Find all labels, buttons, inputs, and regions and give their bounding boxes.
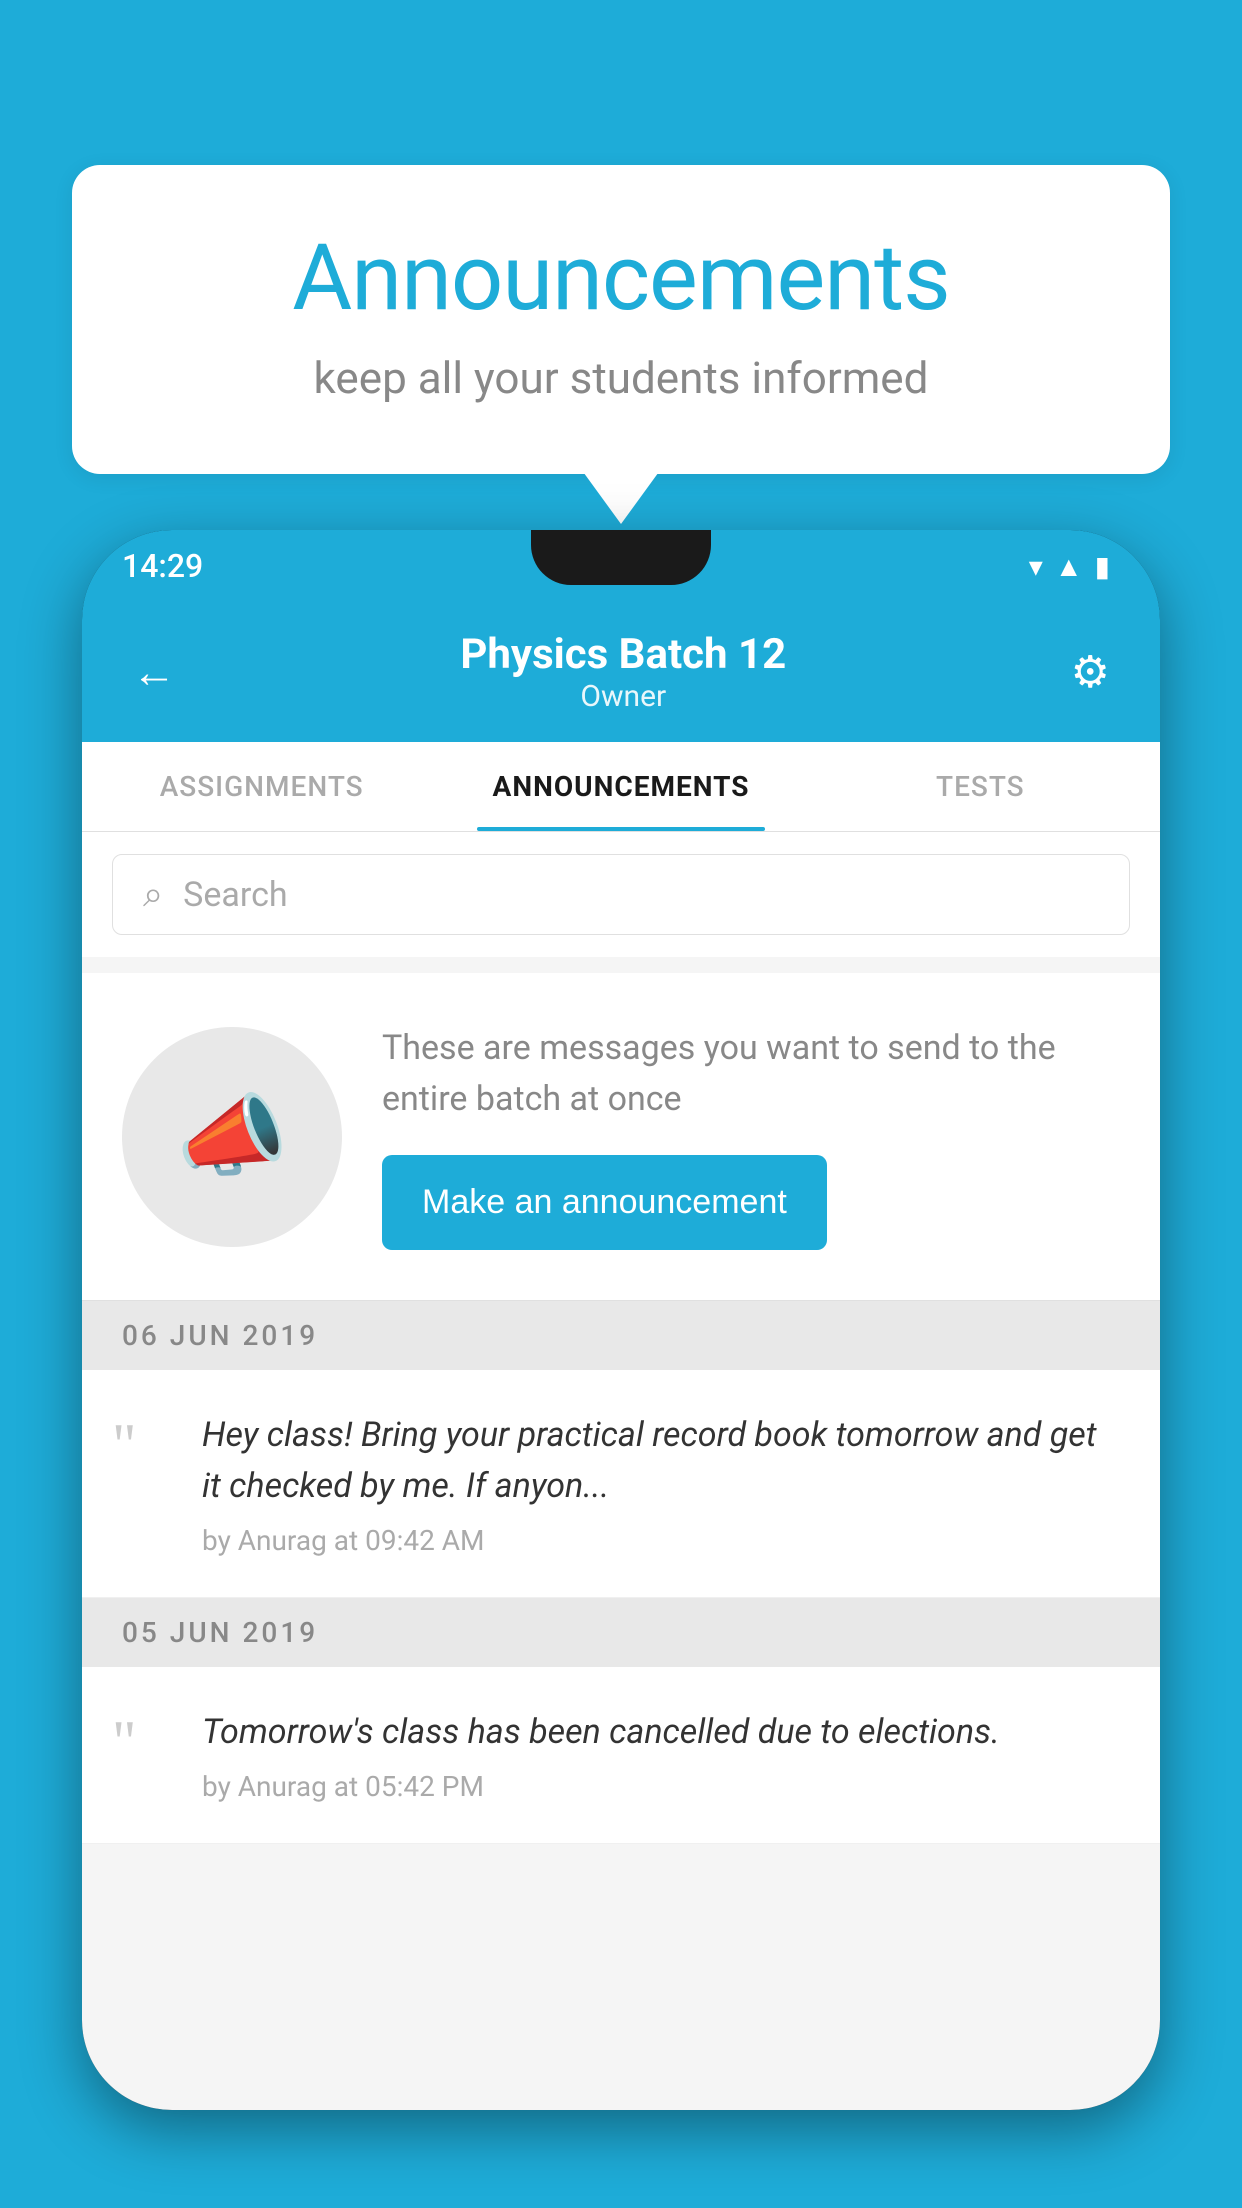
announcement-content-2: Tomorrow's class has been cancelled due … (202, 1707, 1120, 1803)
tab-tests[interactable]: TESTS (801, 742, 1160, 831)
speech-bubble-container: Announcements keep all your students inf… (72, 165, 1170, 474)
megaphone-circle: 📣 (122, 1027, 342, 1247)
search-bar[interactable]: ⌕ Search (112, 854, 1130, 935)
app-header: ← Physics Batch 12 Owner ⚙ (82, 602, 1160, 742)
bubble-subtitle: keep all your students informed (152, 352, 1090, 404)
phone-screen: 14:29 ▾ ▲ ▮ ← Physics Batch 12 Owner ⚙ (82, 530, 1160, 2110)
announcement-content-1: Hey class! Bring your practical record b… (202, 1410, 1120, 1557)
intro-description: These are messages you want to send to t… (382, 1023, 1120, 1125)
quote-icon-2: " (112, 1707, 172, 1803)
back-button[interactable]: ← (132, 646, 176, 698)
announcement-text-1: Hey class! Bring your practical record b… (202, 1410, 1120, 1512)
megaphone-icon: 📣 (176, 1084, 288, 1189)
content-area: ⌕ Search 📣 These are messages you want t… (82, 832, 1160, 2110)
battery-icon: ▮ (1095, 550, 1110, 583)
announcement-item-2: " Tomorrow's class has been cancelled du… (82, 1667, 1160, 1844)
announcement-meta-2: by Anurag at 05:42 PM (202, 1770, 1120, 1803)
announcement-meta-1: by Anurag at 09:42 AM (202, 1524, 1120, 1557)
date-divider-1: 06 JUN 2019 (82, 1301, 1160, 1370)
header-title: Physics Batch 12 (460, 630, 786, 679)
search-placeholder: Search (183, 875, 287, 915)
bubble-title: Announcements (152, 225, 1090, 332)
announcement-intro: 📣 These are messages you want to send to… (82, 973, 1160, 1301)
date-divider-2: 05 JUN 2019 (82, 1598, 1160, 1667)
speech-bubble: Announcements keep all your students inf… (72, 165, 1170, 474)
tab-announcements[interactable]: ANNOUNCEMENTS (441, 742, 800, 831)
status-time: 14:29 (122, 547, 203, 585)
phone-container: 14:29 ▾ ▲ ▮ ← Physics Batch 12 Owner ⚙ (82, 530, 1160, 2208)
search-container: ⌕ Search (82, 832, 1160, 957)
header-center: Physics Batch 12 Owner (460, 630, 786, 714)
wifi-icon: ▾ (1029, 550, 1043, 583)
search-icon: ⌕ (143, 873, 163, 916)
header-subtitle: Owner (460, 679, 786, 714)
announcement-text-2: Tomorrow's class has been cancelled due … (202, 1707, 1120, 1758)
settings-icon[interactable]: ⚙ (1071, 646, 1110, 698)
intro-right: These are messages you want to send to t… (382, 1023, 1120, 1250)
phone-notch (531, 530, 711, 585)
announcement-item-1: " Hey class! Bring your practical record… (82, 1370, 1160, 1598)
quote-icon-1: " (112, 1410, 172, 1557)
status-icons: ▾ ▲ ▮ (1029, 550, 1110, 583)
tab-assignments[interactable]: ASSIGNMENTS (82, 742, 441, 831)
phone-frame: 14:29 ▾ ▲ ▮ ← Physics Batch 12 Owner ⚙ (82, 530, 1160, 2110)
signal-icon: ▲ (1055, 550, 1083, 583)
tab-bar: ASSIGNMENTS ANNOUNCEMENTS TESTS (82, 742, 1160, 832)
make-announcement-button[interactable]: Make an announcement (382, 1155, 827, 1250)
